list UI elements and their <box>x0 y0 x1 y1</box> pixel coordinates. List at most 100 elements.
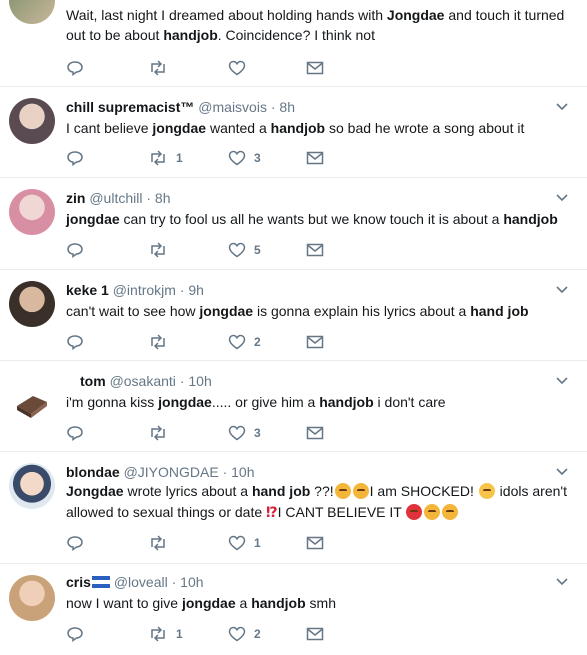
direct-message-button[interactable] <box>306 240 324 260</box>
reply-icon <box>66 535 84 551</box>
retweet-button[interactable] <box>148 332 168 352</box>
tweet-card[interactable]: blondae @JIYONGDAE · 10h Jongdae wrote l… <box>0 453 587 564</box>
avatar[interactable] <box>9 0 55 24</box>
retweet-button[interactable] <box>148 423 168 443</box>
display-name[interactable]: tom <box>80 373 106 389</box>
tweet-card[interactable]: zin @ultchill · 8h jongdae can try to fo… <box>0 179 587 270</box>
chevron-down-icon[interactable] <box>555 575 569 589</box>
avatar[interactable] <box>9 189 55 235</box>
tweet-card[interactable]: cris @loveall · 10h now I want to give j… <box>0 565 587 655</box>
display-name[interactable]: cris <box>66 574 91 590</box>
like-button[interactable]: 2 <box>228 332 261 352</box>
direct-message-button[interactable] <box>306 624 324 644</box>
display-name[interactable]: zin <box>66 190 85 206</box>
like-button[interactable]: 2 <box>228 624 261 644</box>
like-button[interactable]: 5 <box>228 240 261 260</box>
heart-icon <box>228 60 246 76</box>
separator-dot: · <box>179 282 185 298</box>
timestamp[interactable]: 10h <box>180 574 203 590</box>
direct-message-button[interactable] <box>306 332 324 352</box>
timestamp[interactable]: 8h <box>279 99 295 115</box>
direct-message-button[interactable] <box>306 533 324 553</box>
user-handle[interactable]: @osakanti <box>110 373 176 389</box>
tweet-card[interactable]: Wait, last night I dreamed about holding… <box>0 0 587 87</box>
text-segment: . Coincidence? I think not <box>217 27 375 43</box>
reply-button[interactable] <box>66 240 84 260</box>
user-handle[interactable]: @ultchill <box>89 190 142 206</box>
chevron-down-icon[interactable] <box>555 191 569 205</box>
envelope-icon <box>306 243 324 257</box>
retweet-icon <box>148 150 168 166</box>
text-segment: smh <box>305 595 336 611</box>
highlighted-keyword: handjob <box>503 211 558 227</box>
heart-icon <box>228 242 246 258</box>
tweet-card[interactable]: tom @osakanti · 10h i'm gonna kiss jongd… <box>0 362 587 452</box>
chevron-down-icon[interactable] <box>555 100 569 114</box>
retweet-icon <box>148 334 168 350</box>
like-button[interactable]: 3 <box>228 148 261 168</box>
reply-button[interactable] <box>66 624 84 644</box>
text-segment: i'm gonna kiss <box>66 394 159 410</box>
likes-count: 5 <box>254 243 261 257</box>
retweets-count: 1 <box>176 151 183 165</box>
user-handle[interactable]: @loveall <box>114 574 168 590</box>
retweet-icon <box>148 535 168 551</box>
tweet-text: I cant believe jongdae wanted a handjob … <box>66 118 575 138</box>
text-segment: wanted a <box>206 120 271 136</box>
avatar[interactable] <box>9 463 55 509</box>
angry-face-emoji <box>442 504 459 520</box>
timestamp[interactable]: 8h <box>155 190 171 206</box>
like-button[interactable]: 3 <box>228 423 261 443</box>
highlighted-keyword: jongdae <box>152 120 207 136</box>
tweet-card[interactable]: chill supremacist™ @maisvois · 8h I cant… <box>0 88 587 178</box>
retweet-button[interactable] <box>148 533 168 553</box>
chevron-down-icon[interactable] <box>555 374 569 388</box>
user-handle[interactable]: @maisvois <box>198 99 267 115</box>
timestamp[interactable]: 9h <box>188 282 204 298</box>
timestamp[interactable]: 10h <box>231 464 254 480</box>
retweet-icon <box>148 626 168 642</box>
highlighted-keyword: hand job <box>470 303 529 319</box>
avatar[interactable] <box>9 575 55 621</box>
direct-message-button[interactable] <box>306 58 324 78</box>
like-button[interactable] <box>228 58 246 78</box>
display-name[interactable]: keke 1 <box>66 282 109 298</box>
display-name[interactable]: chill supremacist™ <box>66 99 194 115</box>
direct-message-button[interactable] <box>306 423 324 443</box>
retweet-button[interactable] <box>148 58 168 78</box>
reply-button[interactable] <box>66 533 84 553</box>
avatar[interactable] <box>9 98 55 144</box>
reply-button[interactable] <box>66 58 84 78</box>
retweet-button[interactable] <box>148 240 168 260</box>
reply-button[interactable] <box>66 332 84 352</box>
tweet-card[interactable]: keke 1 @introkjm · 9h can't wait to see … <box>0 271 587 361</box>
text-segment: ..... or give him a <box>211 394 320 410</box>
flushed-face-emoji <box>478 483 495 499</box>
avatar[interactable] <box>9 376 55 422</box>
reply-button[interactable] <box>66 423 84 443</box>
tweet-text: Jongdae wrote lyrics about a hand job ??… <box>66 481 575 523</box>
highlighted-keyword: hand job <box>251 483 311 499</box>
user-handle[interactable]: @JIYONGDAE <box>124 464 219 480</box>
chevron-down-icon[interactable] <box>555 283 569 297</box>
display-name[interactable]: blondae <box>66 464 120 480</box>
retweet-button[interactable]: 1 <box>148 624 183 644</box>
timestamp[interactable]: 10h <box>188 373 211 389</box>
red-face-emoji <box>406 504 423 520</box>
tweet-text: Wait, last night I dreamed about holding… <box>66 5 575 45</box>
user-handle[interactable]: @introkjm <box>113 282 176 298</box>
reply-button[interactable] <box>66 148 84 168</box>
retweet-icon <box>148 425 168 441</box>
highlighted-keyword: Jongdae <box>386 7 445 23</box>
highlighted-keyword: handjob <box>163 27 218 43</box>
direct-message-button[interactable] <box>306 148 324 168</box>
like-button[interactable]: 1 <box>228 533 261 553</box>
avatar[interactable] <box>9 281 55 327</box>
highlighted-keyword: jongdae <box>158 394 212 410</box>
chevron-down-icon[interactable] <box>555 465 569 479</box>
retweets-count: 1 <box>176 627 183 641</box>
highlighted-keyword: jongdae <box>199 303 254 319</box>
likes-count: 2 <box>254 335 261 349</box>
likes-count: 2 <box>254 627 261 641</box>
retweet-button[interactable]: 1 <box>148 148 183 168</box>
